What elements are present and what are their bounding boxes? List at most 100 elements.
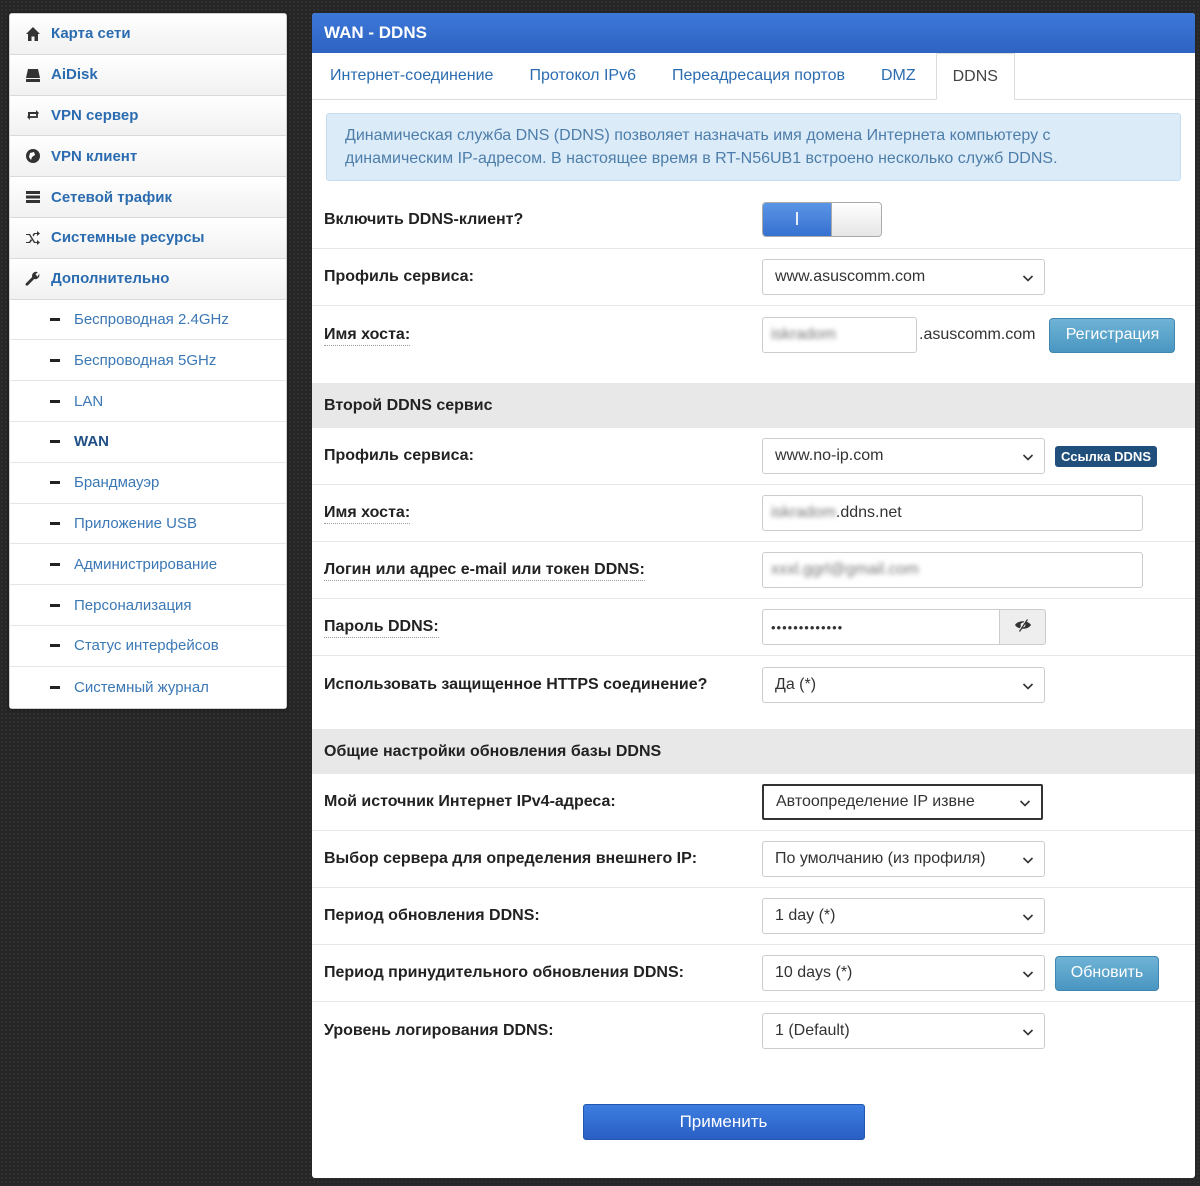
hostname-value: iskradom [771, 326, 836, 343]
sidebar-item-aidisk[interactable]: AiDisk [10, 54, 286, 96]
select-value: По умолчанию (из профиля) [775, 850, 986, 867]
dash-icon [50, 317, 60, 321]
page-title: WAN - DDNS [312, 13, 1195, 53]
sidebar-subitem-administration[interactable]: Администрирование [10, 544, 286, 586]
sidebar-item-label: Дополнительно [51, 270, 170, 288]
register-button[interactable]: Регистрация [1049, 317, 1176, 353]
sidebar-item-system-resources[interactable]: Системные ресурсы [10, 217, 286, 259]
sidebar-item-vpn-client[interactable]: VPN клиент [10, 136, 286, 178]
sidebar-item-network-map[interactable]: Карта сети [10, 14, 286, 55]
wrench-icon [24, 271, 42, 287]
row-service-profile: Профиль сервиса: www.asuscomm.com [312, 249, 1195, 306]
sidebar-item-vpn-server[interactable]: VPN сервер [10, 95, 286, 137]
force-update-label: Период принудительного обновления DDNS: [324, 964, 684, 981]
ip-server-label: Выбор сервера для определения внешнего I… [324, 850, 698, 867]
hostname-input[interactable]: iskradom [762, 317, 917, 353]
dash-icon [50, 644, 60, 648]
chevron-down-icon [1022, 1025, 1034, 1037]
chevron-down-icon [1022, 271, 1034, 283]
sidebar-subitem-label: Беспроводная 5GHz [74, 351, 217, 369]
password-label: Пароль DDNS: [312, 618, 762, 638]
ip-source-select[interactable]: Автоопределение IP извне [762, 784, 1043, 820]
sidebar-subitem-usb[interactable]: Приложение USB [10, 503, 286, 545]
second-profile-select[interactable]: www.no-ip.com [762, 438, 1045, 474]
row-ip-server: Выбор сервера для определения внешнего I… [312, 831, 1195, 888]
second-hostname-prefix: iskradom [771, 504, 836, 521]
service-profile-select[interactable]: www.asuscomm.com [762, 259, 1045, 295]
retweet-icon [24, 107, 42, 123]
sidebar-item-advanced[interactable]: Дополнительно [10, 258, 286, 300]
sidebar-subitem-label: Статус интерфейсов [74, 637, 219, 655]
chevron-down-icon [1022, 967, 1034, 979]
row-force-update: Период принудительного обновления DDNS: … [312, 945, 1195, 1002]
ip-source-label: Мой источник Интернет IPv4-адреса: [324, 793, 616, 810]
second-hostname-suffix: .ddns.net [835, 504, 902, 521]
second-ddns-header: Второй DDNS сервис [312, 383, 1195, 428]
sidebar-subitem-interface-status[interactable]: Статус интерфейсов [10, 625, 286, 667]
sidebar: Карта сети AiDisk VPN сервер VPN клиент … [9, 13, 287, 709]
login-input[interactable]: xxxl.ggrl@gmail.com [762, 552, 1143, 588]
sidebar-subitem-wan[interactable]: WAN [10, 421, 286, 463]
tab-ddns[interactable]: DDNS [935, 53, 1015, 100]
sidebar-subitem-firewall[interactable]: Брандмауэр [10, 462, 286, 504]
row-second-profile: Профиль сервиса: www.no-ip.com Ссылка DD… [312, 428, 1195, 485]
ddns-link-badge[interactable]: Ссылка DDNS [1055, 445, 1157, 467]
select-value: 1 (Default) [775, 1021, 850, 1039]
random-icon [24, 230, 42, 246]
row-update-period: Период обновления DDNS: 1 day (*) [312, 888, 1195, 945]
sidebar-item-label: VPN клиент [51, 147, 138, 165]
sidebar-subitem-wireless-5[interactable]: Беспроводная 5GHz [10, 340, 286, 382]
https-select[interactable]: Да (*) [762, 666, 1045, 703]
tab-bar: Интернет-соединение Протокол IPv6 Переад… [312, 53, 1195, 100]
dash-icon [50, 358, 60, 362]
sidebar-subitem-label: Беспроводная 2.4GHz [74, 310, 229, 328]
row-https: Использовать защищенное HTTPS соединение… [312, 656, 1195, 713]
sidebar-item-label: VPN сервер [51, 106, 139, 124]
sidebar-item-label: Сетевой трафик [51, 188, 172, 206]
sidebar-subitem-system-log[interactable]: Системный журнал [10, 666, 286, 708]
password-input[interactable]: ••••••••••••• [762, 609, 1000, 645]
update-period-select[interactable]: 1 day (*) [762, 898, 1045, 934]
toggle-off-segment [831, 203, 881, 236]
enable-ddns-label: Включить DDNS-клиент? [324, 210, 524, 228]
force-update-select[interactable]: 10 days (*) [762, 955, 1045, 991]
hostname-label: Имя хоста: [312, 326, 762, 346]
second-hostname-label: Имя хоста: [312, 504, 762, 524]
select-value: 1 day (*) [775, 907, 836, 924]
chevron-down-icon [1022, 679, 1034, 691]
row-password: Пароль DDNS: ••••••••••••• [312, 599, 1195, 656]
select-value: 10 days (*) [775, 964, 853, 981]
sidebar-subitem-wireless-24[interactable]: Беспроводная 2.4GHz [10, 299, 286, 341]
enable-ddns-toggle[interactable]: I [762, 202, 882, 237]
apply-button[interactable]: Применить [582, 1104, 865, 1140]
login-value: xxxl.ggrl@gmail.com [771, 561, 919, 578]
row-login: Логин или адрес e-mail или токен DDNS: x… [312, 542, 1195, 599]
log-level-select[interactable]: 1 (Default) [762, 1012, 1045, 1049]
sidebar-subitem-label: Системный журнал [74, 678, 209, 696]
sidebar-subitem-label: Брандмауэр [74, 474, 160, 492]
dash-icon [50, 685, 60, 689]
select-value: Да (*) [775, 675, 817, 693]
sidebar-item-traffic[interactable]: Сетевой трафик [10, 177, 286, 218]
tab-port-forwarding[interactable]: Переадресация портов [656, 53, 861, 99]
tab-internet-connection[interactable]: Интернет-соединение [314, 53, 509, 99]
update-period-label: Период обновления DDNS: [324, 907, 540, 924]
tab-ipv6[interactable]: Протокол IPv6 [513, 53, 652, 99]
common-settings-header: Общие настройки обновления базы DDNS [312, 729, 1195, 774]
service-profile-label: Профиль сервиса: [324, 268, 474, 285]
ip-server-select[interactable]: По умолчанию (из профиля) [762, 841, 1045, 877]
main-panel: WAN - DDNS Интернет-соединение Протокол … [312, 13, 1195, 1178]
second-hostname-input[interactable]: iskradom .ddns.net [762, 495, 1143, 531]
tasks-icon [24, 189, 42, 205]
sidebar-subitem-label: Администрирование [74, 555, 218, 573]
sidebar-subitem-lan[interactable]: LAN [10, 381, 286, 422]
tab-dmz[interactable]: DMZ [865, 53, 932, 99]
dash-icon [50, 481, 60, 485]
update-button[interactable]: Обновить [1055, 955, 1159, 991]
show-password-button[interactable] [1000, 609, 1046, 645]
chevron-down-icon [1019, 796, 1031, 808]
sidebar-subitem-personalization[interactable]: Персонализация [10, 585, 286, 626]
chevron-down-icon [1022, 853, 1034, 865]
chevron-down-icon [1022, 910, 1034, 922]
dash-icon [50, 603, 60, 607]
